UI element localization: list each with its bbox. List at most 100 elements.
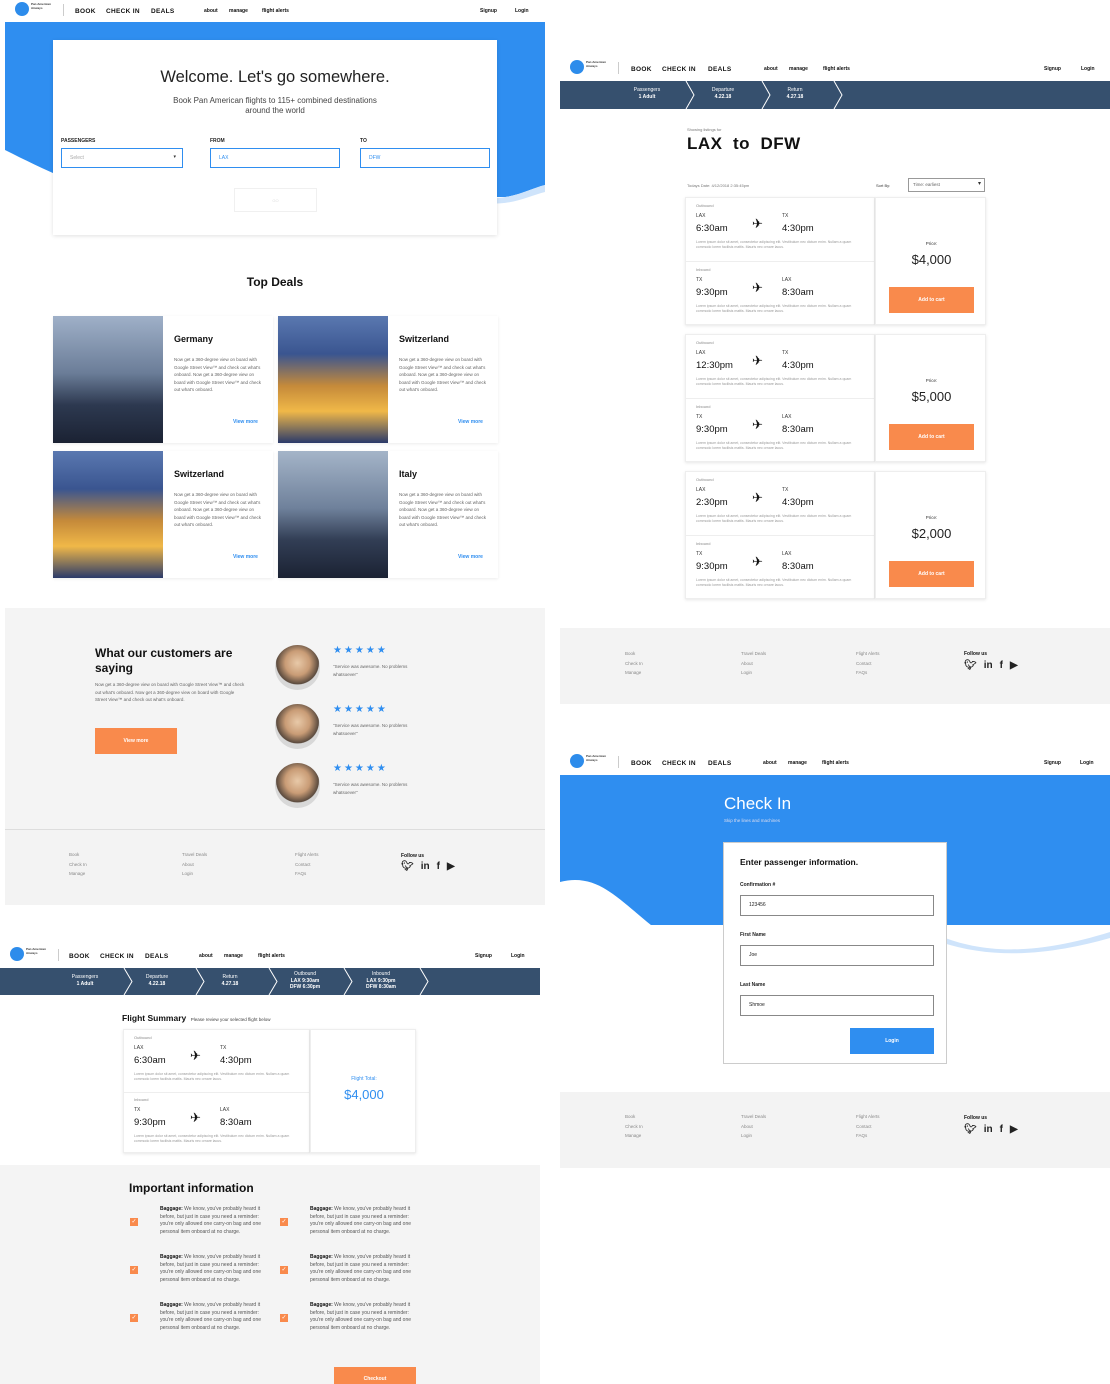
footer-link[interactable]: Contact: [856, 1122, 880, 1132]
nav-deals[interactable]: DEALS: [145, 953, 169, 960]
nav-signup[interactable]: Signup: [480, 8, 497, 14]
nav-deals[interactable]: DEALS: [151, 8, 175, 15]
nav-checkin[interactable]: CHECK IN: [100, 953, 134, 960]
booking-step[interactable]: Departure 4.22.18: [688, 87, 758, 100]
deal-view-more-link[interactable]: View more: [458, 554, 483, 560]
footer-link[interactable]: Contact: [856, 659, 880, 669]
checkbox-checked-icon[interactable]: ✓: [280, 1314, 288, 1322]
nav-checkin[interactable]: CHECK IN: [662, 760, 696, 767]
deal-card[interactable]: Italy Now get a 360-degree view on board …: [278, 451, 498, 578]
nav-book[interactable]: BOOK: [69, 953, 90, 960]
nav-alerts[interactable]: flight alerts: [823, 66, 850, 72]
footer-link[interactable]: Login: [182, 869, 207, 879]
linkedin-icon[interactable]: in: [421, 862, 430, 872]
footer-link[interactable]: FAQs: [295, 869, 319, 879]
checkbox-checked-icon[interactable]: ✓: [130, 1218, 138, 1226]
facebook-icon[interactable]: f: [437, 862, 440, 872]
checkbox-checked-icon[interactable]: ✓: [130, 1314, 138, 1322]
youtube-icon[interactable]: ▶: [1010, 1125, 1018, 1135]
youtube-icon[interactable]: ▶: [1010, 661, 1018, 671]
checkbox-checked-icon[interactable]: ✓: [280, 1218, 288, 1226]
checkbox-checked-icon[interactable]: ✓: [130, 1266, 138, 1274]
view-more-button[interactable]: View more: [95, 728, 177, 754]
deal-view-more-link[interactable]: View more: [233, 554, 258, 560]
nav-book[interactable]: BOOK: [75, 8, 96, 15]
booking-step[interactable]: Inbound LAX 9:30pm DFW 8:30am: [346, 971, 416, 991]
footer-link[interactable]: About: [182, 860, 207, 870]
nav-alerts[interactable]: flight alerts: [262, 8, 289, 14]
login-button[interactable]: Login: [850, 1028, 934, 1054]
footer-link[interactable]: Login: [741, 1131, 766, 1141]
booking-step[interactable]: Outbound LAX 9:30am DFW 6:30pm: [270, 971, 340, 991]
footer-link[interactable]: Manage: [625, 668, 643, 678]
nav-checkin[interactable]: CHECK IN: [106, 8, 140, 15]
checkbox-checked-icon[interactable]: ✓: [280, 1266, 288, 1274]
footer-link[interactable]: Travel Deals: [182, 850, 207, 860]
nav-checkin[interactable]: CHECK IN: [662, 66, 696, 73]
nav-manage[interactable]: manage: [788, 760, 807, 766]
nav-signup[interactable]: Signup: [1044, 760, 1061, 766]
add-to-cart-button[interactable]: Add to cart: [889, 424, 974, 450]
footer-link[interactable]: Manage: [69, 869, 87, 879]
footer-link[interactable]: Manage: [625, 1131, 643, 1141]
confirmation-input[interactable]: 123456: [740, 895, 934, 916]
nav-signup[interactable]: Signup: [475, 953, 492, 959]
facebook-icon[interactable]: f: [1000, 1125, 1003, 1135]
footer-link[interactable]: Contact: [295, 860, 319, 870]
linkedin-icon[interactable]: in: [984, 1125, 993, 1135]
to-input[interactable]: DFW: [360, 148, 490, 168]
deal-view-more-link[interactable]: View more: [233, 419, 258, 425]
footer-link[interactable]: Check In: [625, 659, 643, 669]
sort-select[interactable]: Time: earliest ▾: [908, 178, 985, 192]
booking-step[interactable]: Passengers 1 Adult: [612, 87, 682, 100]
add-to-cart-button[interactable]: Add to cart: [889, 561, 974, 587]
footer-link[interactable]: Travel Deals: [741, 1112, 766, 1122]
twitter-icon[interactable]: 🐦︎: [401, 862, 414, 872]
logo-icon[interactable]: [570, 60, 584, 74]
nav-deals[interactable]: DEALS: [708, 760, 732, 767]
passengers-select[interactable]: Select ▾: [61, 148, 183, 168]
last-name-input[interactable]: Shmoe: [740, 995, 934, 1016]
nav-about[interactable]: about: [199, 953, 213, 959]
nav-about[interactable]: about: [764, 66, 778, 72]
footer-link[interactable]: Flight Alerts: [295, 850, 319, 860]
search-button[interactable]: GO: [234, 188, 317, 212]
booking-step[interactable]: Return 4.27.18: [195, 974, 265, 987]
nav-alerts[interactable]: flight alerts: [822, 760, 849, 766]
nav-book[interactable]: BOOK: [631, 760, 652, 767]
footer-link[interactable]: FAQs: [856, 668, 880, 678]
booking-step[interactable]: Departure 4.22.18: [122, 974, 192, 987]
footer-link[interactable]: Flight Alerts: [856, 1112, 880, 1122]
nav-login[interactable]: Login: [515, 8, 529, 14]
nav-book[interactable]: BOOK: [631, 66, 652, 73]
twitter-icon[interactable]: 🐦︎: [964, 1125, 977, 1135]
nav-login[interactable]: Login: [1080, 760, 1094, 766]
add-to-cart-button[interactable]: Add to cart: [889, 287, 974, 313]
nav-alerts[interactable]: flight alerts: [258, 953, 285, 959]
nav-signup[interactable]: Signup: [1044, 66, 1061, 72]
first-name-input[interactable]: Joe: [740, 945, 934, 966]
from-input[interactable]: LAX: [210, 148, 340, 168]
footer-link[interactable]: About: [741, 1122, 766, 1132]
youtube-icon[interactable]: ▶: [447, 862, 455, 872]
deal-view-more-link[interactable]: View more: [458, 419, 483, 425]
twitter-icon[interactable]: 🐦︎: [964, 661, 977, 671]
logo-icon[interactable]: [10, 947, 24, 961]
checkout-button[interactable]: Checkout: [334, 1367, 416, 1384]
nav-login[interactable]: Login: [1081, 66, 1095, 72]
nav-manage[interactable]: manage: [224, 953, 243, 959]
logo-icon[interactable]: [570, 754, 584, 768]
footer-link[interactable]: Book: [625, 1112, 643, 1122]
deal-card[interactable]: Switzerland Now get a 360-degree view on …: [278, 316, 498, 443]
footer-link[interactable]: Check In: [625, 1122, 643, 1132]
nav-about[interactable]: about: [763, 760, 777, 766]
nav-about[interactable]: about: [204, 8, 218, 14]
footer-link[interactable]: Travel Deals: [741, 649, 766, 659]
footer-link[interactable]: Flight Alerts: [856, 649, 880, 659]
footer-link[interactable]: Book: [625, 649, 643, 659]
deal-card[interactable]: Switzerland Now get a 360-degree view on …: [53, 451, 273, 578]
logo-icon[interactable]: [15, 2, 29, 16]
nav-manage[interactable]: manage: [789, 66, 808, 72]
linkedin-icon[interactable]: in: [984, 661, 993, 671]
footer-link[interactable]: About: [741, 659, 766, 669]
